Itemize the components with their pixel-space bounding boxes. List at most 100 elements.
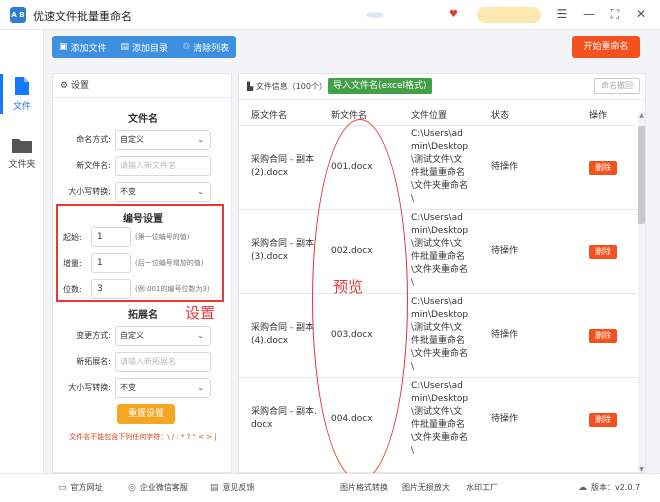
- file-count-label: 文件信息（100个）: [255, 82, 327, 91]
- status-cell: 待操作: [491, 246, 519, 256]
- new-name-input[interactable]: 请输入新文件名: [115, 156, 211, 176]
- import-excel-button[interactable]: 导入文件名(excel格式): [328, 78, 432, 94]
- active-indicator: [0, 74, 3, 114]
- file-icon: [15, 77, 29, 95]
- toolbar: ▣ 添加文件 ▤ 添加目录 ♲ 清除列表: [52, 36, 237, 58]
- file-list-panel: ▙ 文件信息（100个） 导入文件名(excel格式) 命名撤回 原文件名 新文…: [238, 73, 646, 473]
- orig-name-cell: 采购合同 - 副本 (2).docx: [251, 155, 314, 178]
- nav-item-folder[interactable]: 文件夹: [0, 134, 44, 174]
- file-list-icon: ▙: [247, 82, 254, 91]
- settings-annotation: 设置: [185, 304, 216, 322]
- delete-button[interactable]: 删除: [589, 245, 617, 259]
- numbering-section-title: 编号设置: [123, 214, 163, 225]
- digits-label: 位数:: [63, 285, 82, 294]
- delete-button[interactable]: 删除: [589, 413, 617, 427]
- ext-case-select[interactable]: 不变 ⌄: [115, 378, 211, 398]
- gear-icon: ⚙: [60, 81, 69, 91]
- footer-wechat-label: 企业微信客服: [139, 483, 188, 492]
- ext-mode-label: 变更方式:: [76, 331, 111, 340]
- location-cell: C:\Users\admin\Desktop\测试文件\文件批量重命名\文件夹重…: [411, 297, 469, 372]
- add-file-label: 添加文件: [70, 43, 107, 54]
- chevron-down-icon: ⌄: [197, 187, 204, 196]
- app-logo: A B: [10, 7, 26, 23]
- ext-mode-select[interactable]: 自定义 ⌄: [115, 326, 211, 346]
- step-label: 增量:: [63, 259, 82, 268]
- footer: ▭ 官方网址 ◎ 企业微信客服 ▤ 意见反馈 图片格式转换 图片无损放大 水印工厂 ☁…: [0, 473, 660, 502]
- status-cell: 待操作: [491, 330, 519, 340]
- row-divider: [239, 293, 637, 294]
- vertical-scrollbar[interactable]: ▲ ▼: [638, 112, 645, 472]
- scroll-thumb[interactable]: [638, 126, 645, 224]
- close-button[interactable]: ✕: [632, 5, 650, 23]
- footer-feedback[interactable]: ▤ 意见反馈: [210, 482, 255, 493]
- header-divider: [239, 125, 637, 126]
- undo-rename-button[interactable]: 命名撤回: [594, 78, 640, 94]
- minimize-button[interactable]: —: [580, 5, 598, 23]
- cloud-icon: [366, 12, 384, 18]
- maximize-button[interactable]: ⛶: [606, 5, 624, 23]
- add-dir-button[interactable]: ▤ 添加目录: [114, 36, 176, 58]
- heart-icon: ♥: [449, 9, 458, 20]
- case-value: 不变: [120, 187, 136, 196]
- footer-version: ☁ 版本：v2.0.7: [578, 482, 640, 493]
- add-file-button[interactable]: ▣ 添加文件: [52, 36, 114, 58]
- naming-mode-select[interactable]: 自定义 ⌄: [115, 130, 211, 150]
- naming-mode-value: 自定义: [120, 135, 144, 144]
- ext-case-label: 大小写转换:: [68, 383, 111, 392]
- digits-input[interactable]: 3: [91, 279, 131, 299]
- cloud-download-icon: ☁: [578, 482, 587, 493]
- add-dir-label: 添加目录: [132, 43, 169, 54]
- new-ext-input[interactable]: 请输入新拓展名: [115, 352, 211, 372]
- clear-list-button[interactable]: ♲ 清除列表: [175, 36, 236, 58]
- trash-icon: ♲: [182, 42, 191, 52]
- footer-link-watermark[interactable]: 水印工厂: [466, 482, 498, 493]
- digits-hint: (例:001的编号位数为3): [135, 285, 210, 293]
- footer-wechat-service[interactable]: ◎ 企业微信客服: [128, 482, 188, 493]
- row-divider: [239, 209, 637, 210]
- location-cell: C:\Users\admin\Desktop\测试文件\文件批量重命名\文件夹重…: [411, 213, 469, 288]
- naming-mode-label: 命名方式:: [76, 135, 111, 144]
- footer-link-image-convert[interactable]: 图片格式转换: [340, 482, 388, 493]
- status-cell: 待操作: [491, 162, 519, 172]
- col-action: 操作: [589, 111, 608, 121]
- step-input[interactable]: 1: [91, 253, 131, 273]
- file-list-header: ▙ 文件信息（100个） 导入文件名(excel格式) 命名撤回: [239, 74, 645, 100]
- clear-list-label: 清除列表: [193, 43, 230, 54]
- promo-pill[interactable]: [477, 7, 541, 23]
- filename-warning: 文件名不能包含下列任何字符：\ / : * ? " < > |: [69, 433, 217, 441]
- step-hint: (后一位编号增加的值): [135, 259, 204, 267]
- col-location: 文件位置: [411, 111, 448, 121]
- folder-icon: [12, 139, 32, 153]
- chevron-down-icon: ⌄: [197, 135, 204, 144]
- settings-title: 设置: [70, 81, 89, 91]
- new-ext-label: 新拓展名:: [76, 357, 111, 366]
- scroll-down-icon[interactable]: ▼: [638, 466, 645, 472]
- settings-header: ⚙ 设置: [53, 74, 231, 98]
- settings-panel: ⚙ 设置 文件名 命名方式: 自定义 ⌄ 新文件名: 请输入新文件名 大小写转换:…: [52, 73, 232, 473]
- footer-official-site[interactable]: ▭ 官方网址: [58, 482, 103, 493]
- orig-name-cell: 采购合同 - 副本 (3).docx: [251, 239, 314, 262]
- ext-mode-value: 自定义: [120, 331, 144, 340]
- start-rename-button[interactable]: 开始重命名: [572, 36, 640, 58]
- menu-button[interactable]: ☰: [553, 5, 571, 23]
- location-cell: C:\Users\admin\Desktop\测试文件\文件批量重命名\文件夹重…: [411, 381, 469, 456]
- row-divider: [239, 377, 637, 378]
- delete-button[interactable]: 删除: [589, 329, 617, 343]
- orig-name-cell: 采购合同 - 副本.docx: [251, 407, 317, 430]
- file-info: ▙ 文件信息（100个）: [247, 81, 327, 92]
- nav-item-file[interactable]: 文件: [0, 74, 44, 114]
- monitor-icon: ▭: [58, 482, 67, 493]
- start-hint: (第一位编号的值): [135, 233, 190, 241]
- scroll-up-icon[interactable]: ▲: [638, 112, 645, 120]
- title-bar: A B 优速文件批量重命名 ♥ ☰ — ⛶ ✕: [0, 0, 660, 30]
- start-label: 起始:: [63, 233, 82, 242]
- add-dir-icon: ▤: [120, 42, 130, 52]
- app-title: 优速文件批量重命名: [33, 10, 132, 23]
- case-select[interactable]: 不变 ⌄: [115, 182, 211, 202]
- chevron-down-icon: ⌄: [197, 331, 204, 340]
- start-input[interactable]: 1: [91, 227, 131, 247]
- new-name-label: 新文件名:: [76, 161, 111, 170]
- reset-settings-button[interactable]: 重置设置: [117, 404, 175, 424]
- footer-link-image-upscale[interactable]: 图片无损放大: [402, 482, 450, 493]
- delete-button[interactable]: 删除: [589, 161, 617, 175]
